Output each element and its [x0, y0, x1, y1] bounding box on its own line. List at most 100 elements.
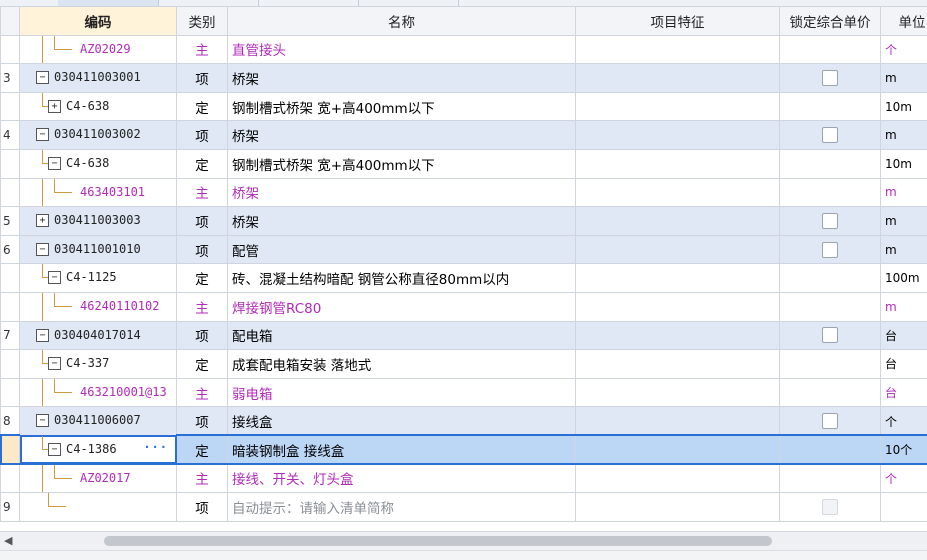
name-cell[interactable]: 暗装钢制盒 接线盒: [228, 435, 576, 464]
code-cell[interactable]: 46240110102: [20, 292, 177, 321]
unit-cell[interactable]: 个: [881, 464, 927, 493]
unit-cell[interactable]: 台: [881, 350, 927, 379]
unit-cell[interactable]: 100m: [881, 264, 927, 293]
name-cell[interactable]: 钢制槽式桥架 宽+高400mm以下: [228, 92, 576, 121]
expand-plus-icon[interactable]: +: [48, 100, 61, 113]
type-cell[interactable]: 定: [177, 264, 228, 293]
table-row[interactable]: 463210001@13主弱电箱台: [1, 378, 927, 407]
type-cell[interactable]: 主: [177, 292, 228, 321]
code-cell[interactable]: −C4-638: [20, 149, 177, 178]
name-cell[interactable]: 接线、开关、灯头盒: [228, 464, 576, 493]
table-row[interactable]: 3−030411003001项桥架m: [1, 64, 927, 93]
type-cell[interactable]: 项: [177, 493, 228, 522]
code-cell[interactable]: −030411001010: [20, 235, 177, 264]
unit-cell[interactable]: 10个: [881, 435, 927, 464]
name-cell[interactable]: 桥架: [228, 178, 576, 207]
unit-cell[interactable]: 10m: [881, 149, 927, 178]
features-cell[interactable]: [576, 350, 780, 379]
lock-price-cell[interactable]: [780, 292, 881, 321]
unit-cell[interactable]: m: [881, 121, 927, 150]
features-cell[interactable]: [576, 321, 780, 350]
features-cell[interactable]: [576, 435, 780, 464]
table-row[interactable]: 8−030411006007项接线盒个: [1, 407, 927, 436]
lock-price-cell[interactable]: [780, 378, 881, 407]
table-row[interactable]: 46240110102主焊接钢管RC80 m: [1, 292, 927, 321]
lock-price-cell[interactable]: [780, 64, 881, 93]
type-cell[interactable]: 定: [177, 435, 228, 464]
collapse-minus-icon[interactable]: −: [36, 414, 49, 427]
features-cell[interactable]: [576, 35, 780, 64]
name-cell[interactable]: 配管: [228, 235, 576, 264]
lock-price-cell[interactable]: [780, 493, 881, 522]
features-cell[interactable]: [576, 378, 780, 407]
table-row[interactable]: 4−030411003002项桥架m: [1, 121, 927, 150]
collapse-minus-icon[interactable]: −: [48, 157, 61, 170]
type-cell[interactable]: 项: [177, 64, 228, 93]
type-cell[interactable]: 定: [177, 92, 228, 121]
lock-price-cell[interactable]: [780, 407, 881, 436]
unit-cell[interactable]: m: [881, 64, 927, 93]
type-cell[interactable]: 项: [177, 407, 228, 436]
code-cell[interactable]: −030411003002: [20, 121, 177, 150]
collapse-minus-icon[interactable]: −: [48, 357, 61, 370]
features-cell[interactable]: [576, 149, 780, 178]
type-cell[interactable]: 定: [177, 149, 228, 178]
unit-cell[interactable]: 个: [881, 407, 927, 436]
name-cell[interactable]: 焊接钢管RC80: [228, 292, 576, 321]
lock-price-checkbox[interactable]: [822, 213, 838, 229]
ellipsis-icon[interactable]: ···: [143, 440, 168, 454]
unit-cell[interactable]: m: [881, 292, 927, 321]
code-cell[interactable]: −030411003001: [20, 64, 177, 93]
name-cell[interactable]: 接线盒: [228, 407, 576, 436]
table-row[interactable]: 463403101主桥架m: [1, 178, 927, 207]
type-cell[interactable]: 主: [177, 35, 228, 64]
type-cell[interactable]: 项: [177, 321, 228, 350]
expand-plus-icon[interactable]: +: [36, 214, 49, 227]
type-cell[interactable]: 项: [177, 235, 228, 264]
name-cell[interactable]: 自动提示：请输入清单简称: [228, 493, 576, 522]
unit-cell[interactable]: 个: [881, 35, 927, 64]
table-row[interactable]: 9项自动提示：请输入清单简称: [1, 493, 927, 522]
features-cell[interactable]: [576, 264, 780, 293]
type-cell[interactable]: 主: [177, 178, 228, 207]
code-cell[interactable]: −C4-1386···: [20, 435, 177, 464]
table-row[interactable]: AZ02017主接线、开关、灯头盒个: [1, 464, 927, 493]
unit-cell[interactable]: 台: [881, 321, 927, 350]
code-cell[interactable]: −C4-1125: [20, 264, 177, 293]
lock-price-checkbox[interactable]: [822, 413, 838, 429]
type-cell[interactable]: 定: [177, 350, 228, 379]
lock-price-cell[interactable]: [780, 121, 881, 150]
collapse-minus-icon[interactable]: −: [36, 71, 49, 84]
lock-price-checkbox[interactable]: [822, 127, 838, 143]
unit-column-header[interactable]: 单位: [881, 7, 927, 36]
code-cell[interactable]: AZ02029: [20, 35, 177, 64]
lock-price-checkbox[interactable]: [822, 70, 838, 86]
table-row[interactable]: 6−030411001010项配管m: [1, 235, 927, 264]
scroll-left-arrow-icon[interactable]: ◀: [4, 534, 12, 547]
name-cell[interactable]: 桥架: [228, 121, 576, 150]
features-cell[interactable]: [576, 64, 780, 93]
table-row[interactable]: AZ02029主直管接头 个: [1, 35, 927, 64]
table-row[interactable]: −C4-1386···定暗装钢制盒 接线盒 10个: [1, 435, 927, 464]
code-cell[interactable]: +030411003003: [20, 207, 177, 236]
lock-price-cell[interactable]: [780, 92, 881, 121]
name-cell[interactable]: 配电箱: [228, 321, 576, 350]
name-cell[interactable]: 直管接头: [228, 35, 576, 64]
table-row[interactable]: +C4-638定钢制槽式桥架 宽+高400mm以下10m: [1, 92, 927, 121]
collapse-minus-icon[interactable]: −: [48, 443, 61, 456]
collapse-minus-icon[interactable]: −: [36, 329, 49, 342]
collapse-minus-icon[interactable]: −: [36, 243, 49, 256]
table-row[interactable]: −C4-337定成套配电箱安装 落地式台: [1, 350, 927, 379]
collapse-minus-icon[interactable]: −: [36, 128, 49, 141]
name-cell[interactable]: 弱电箱: [228, 378, 576, 407]
features-cell[interactable]: [576, 178, 780, 207]
table-row[interactable]: −C4-638定钢制槽式桥架 宽+高400mm以下10m: [1, 149, 927, 178]
lock-price-cell[interactable]: [780, 321, 881, 350]
features-cell[interactable]: [576, 407, 780, 436]
code-cell[interactable]: +C4-638: [20, 92, 177, 121]
unit-cell[interactable]: m: [881, 235, 927, 264]
table-row[interactable]: −C4-1125定砖、混凝土结构暗配 钢管公称直径80mm以内100m: [1, 264, 927, 293]
type-column-header[interactable]: 类别: [177, 7, 228, 36]
lock-price-checkbox[interactable]: [822, 499, 838, 515]
name-cell[interactable]: 成套配电箱安装 落地式: [228, 350, 576, 379]
